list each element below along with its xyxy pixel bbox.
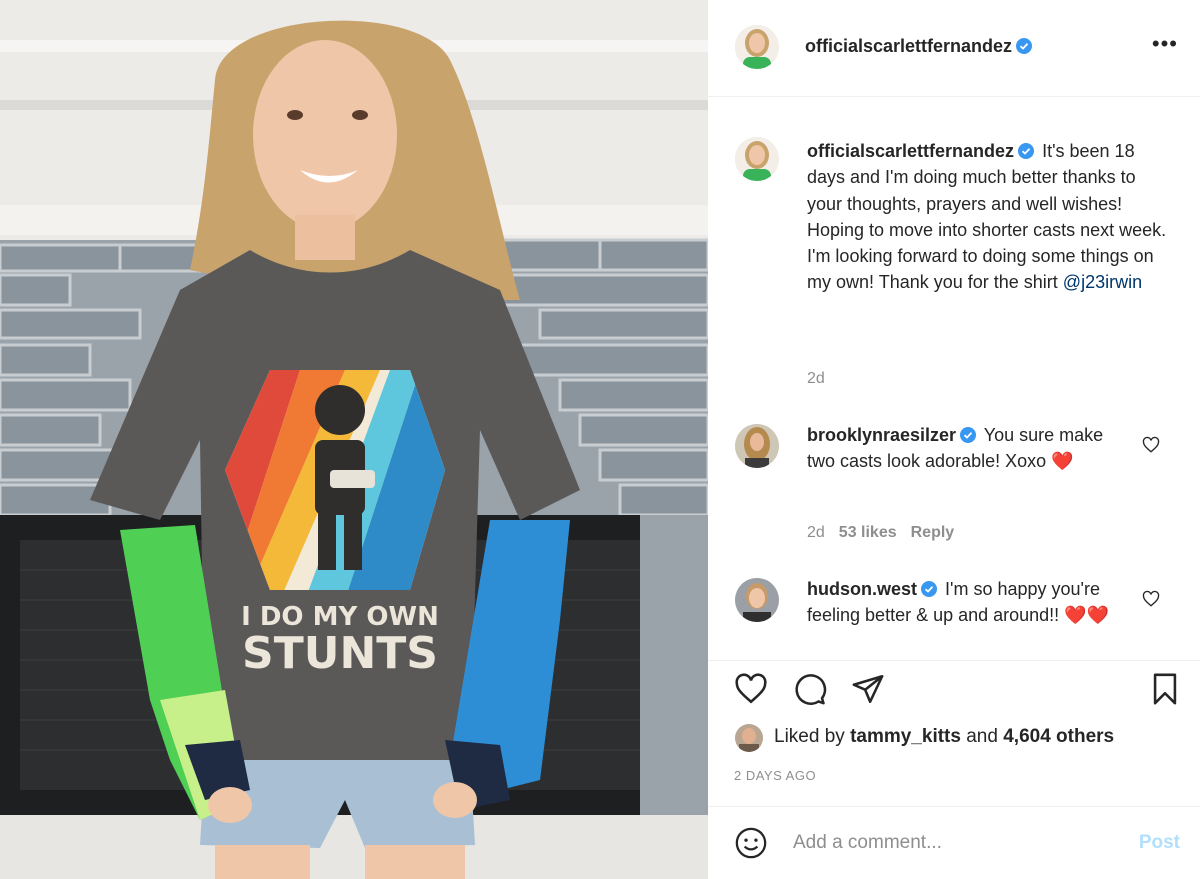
emoji-smiley-icon[interactable] — [734, 826, 768, 860]
post-timestamp[interactable]: 2 DAYS AGO — [734, 768, 816, 783]
shirt-text-line2: STUNTS — [242, 628, 438, 679]
likes-summary: Liked by tammy_kitts and 4,604 others — [774, 726, 1114, 748]
more-options-icon[interactable]: ••• — [1152, 33, 1178, 55]
comment-box-divider — [708, 806, 1200, 807]
add-comment-bar: Add a comment... Post — [708, 808, 1200, 879]
comment-emoji: ❤️ — [1051, 451, 1074, 472]
verified-badge-icon — [1018, 143, 1035, 159]
post-sidebar: officialscarlettfernandez ••• officialsc… — [708, 0, 1200, 879]
comment-avatar[interactable] — [735, 424, 779, 468]
liker-avatar[interactable] — [735, 724, 763, 752]
post-comment-button[interactable]: Post — [1139, 832, 1180, 854]
actions-divider — [708, 660, 1200, 661]
header-divider — [708, 96, 1200, 97]
verified-badge-icon — [960, 427, 977, 443]
action-bar — [708, 664, 1200, 720]
post-photo[interactable]: I DO MY OWN STUNTS — [0, 0, 708, 879]
comment-bubble-icon[interactable] — [793, 672, 827, 706]
comment-username[interactable]: brooklynraesilzer — [807, 425, 956, 445]
comment-username[interactable]: hudson.west — [807, 579, 917, 599]
like-comment-heart-icon[interactable] — [1142, 436, 1160, 454]
add-comment-input[interactable]: Add a comment... — [793, 832, 942, 854]
verified-badge-icon — [921, 581, 938, 597]
likes-middle: and — [966, 726, 998, 747]
comment-item: hudson.west I'm so happy you're feeling … — [807, 576, 1127, 629]
save-bookmark-icon[interactable] — [1148, 672, 1182, 706]
comment-time[interactable]: 2d — [807, 524, 825, 541]
comment-item-clip: hudson.west I'm so happy you're feeling … — [708, 570, 1200, 646]
like-comment-heart-icon[interactable] — [1142, 590, 1160, 608]
caption-text: It's been 18 days and I'm doing much bet… — [807, 141, 1167, 293]
caption-username[interactable]: officialscarlettfernandez — [807, 141, 1014, 161]
author-username[interactable]: officialscarlettfernandez — [805, 36, 1035, 57]
caption-avatar[interactable] — [735, 137, 779, 181]
author-username-text[interactable]: officialscarlettfernandez — [805, 36, 1012, 56]
author-avatar[interactable] — [735, 25, 779, 69]
caption: officialscarlettfernandez It's been 18 d… — [807, 138, 1172, 296]
comment-emoji: ❤️❤️ — [1064, 605, 1110, 626]
likes-prefix: Liked by — [774, 726, 845, 747]
post-header: officialscarlettfernandez ••• — [708, 0, 1200, 96]
photo-illustration: I DO MY OWN STUNTS — [0, 0, 708, 879]
likes-user-link[interactable]: tammy_kitts — [850, 726, 961, 747]
comment-item: brooklynraesilzer You sure make two cast… — [807, 422, 1127, 475]
caption-mention-link[interactable]: @j23irwin — [1063, 272, 1142, 292]
share-paper-plane-icon[interactable] — [851, 672, 885, 706]
like-heart-icon[interactable] — [734, 672, 768, 706]
comment-avatar[interactable] — [735, 578, 779, 622]
comment-meta: 2d 53 likes Reply — [807, 524, 954, 542]
comment-likes[interactable]: 53 likes — [839, 524, 897, 541]
caption-time[interactable]: 2d — [807, 370, 825, 388]
verified-badge-icon — [1016, 38, 1033, 54]
comment-reply-button[interactable]: Reply — [911, 524, 955, 541]
likes-others-link[interactable]: 4,604 others — [1003, 726, 1114, 747]
